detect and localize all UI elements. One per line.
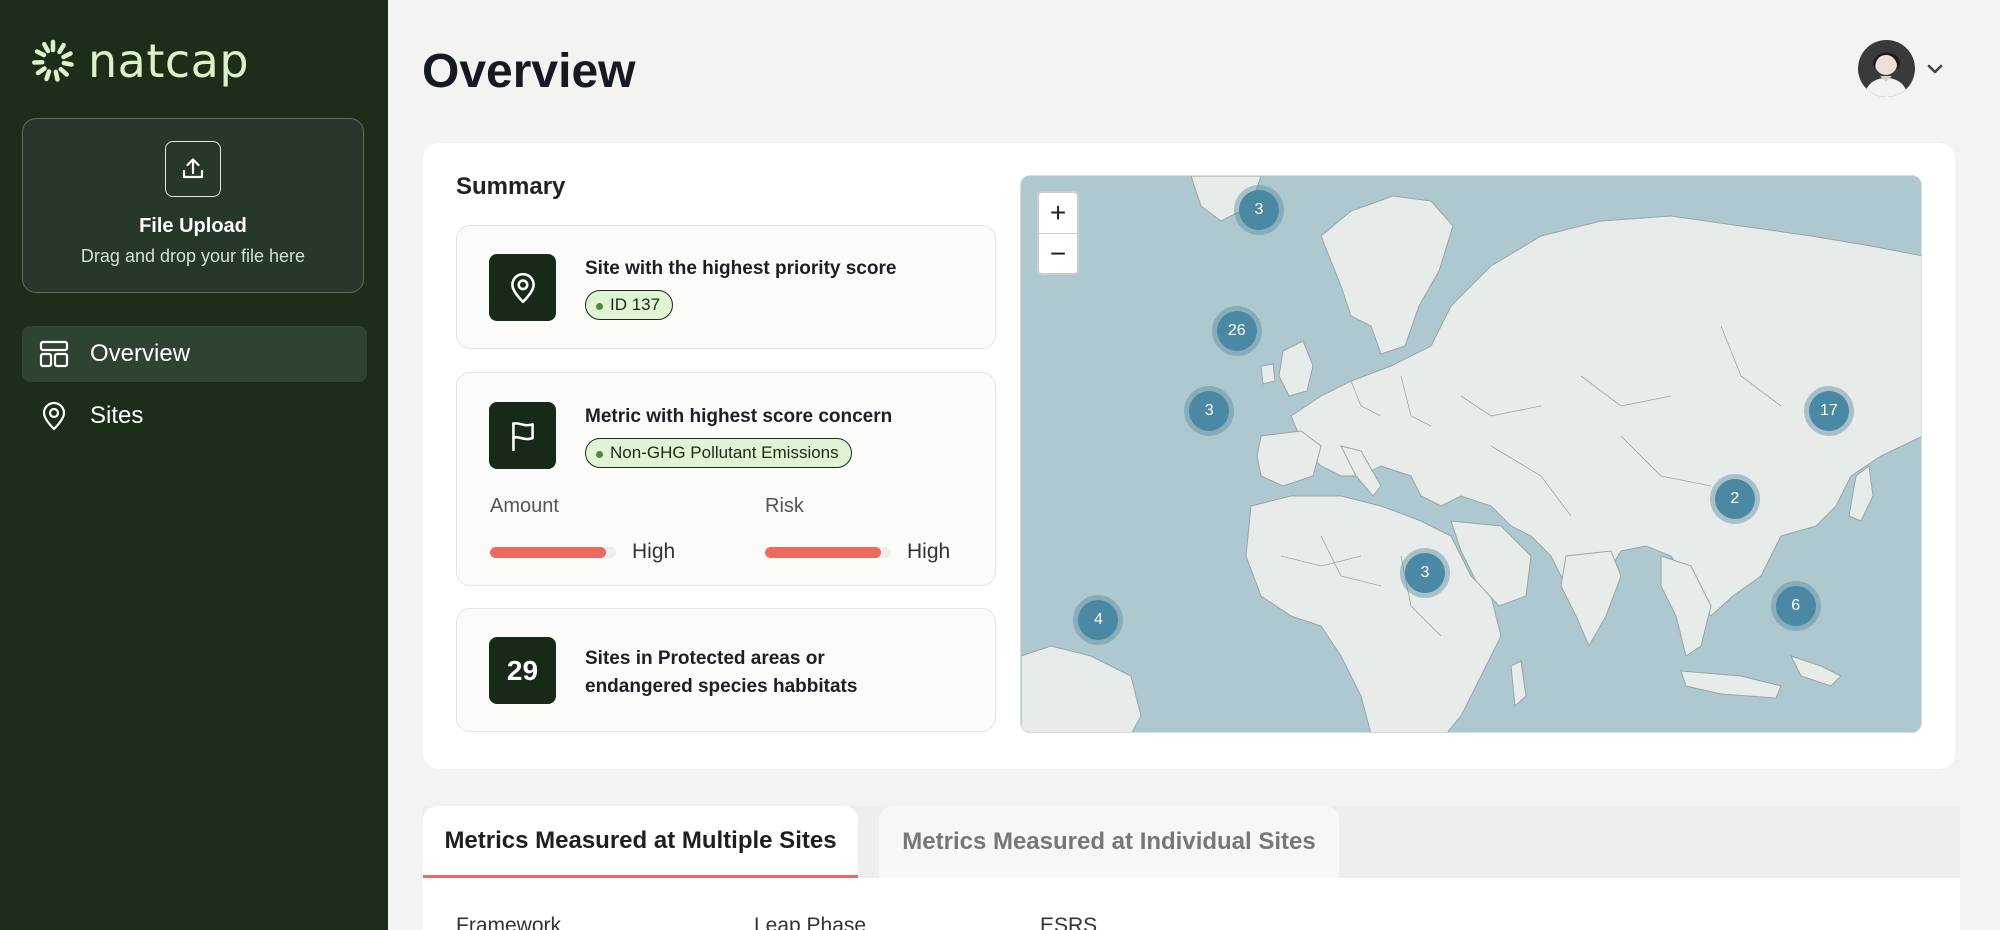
- layout-icon: [39, 340, 69, 368]
- map-cluster-marker[interactable]: 4: [1073, 594, 1124, 645]
- cluster-count: 17: [1808, 391, 1849, 432]
- sidebar-item-overview[interactable]: Overview: [22, 326, 367, 382]
- cluster-count: 4: [1078, 599, 1119, 640]
- amount-label: Amount: [490, 495, 559, 517]
- zoom-in-button[interactable]: +: [1039, 193, 1077, 233]
- tab-multiple-sites[interactable]: Metrics Measured at Multiple Sites: [423, 806, 858, 878]
- amount-level: High: [632, 540, 676, 563]
- map-zoom-control: + −: [1037, 191, 1079, 275]
- column-header-framework[interactable]: Framework: [456, 914, 561, 930]
- map-cluster-marker[interactable]: 2: [1709, 473, 1760, 524]
- protected-sites-count-tile: 29: [489, 637, 556, 704]
- column-header-esrs[interactable]: ESRS: [1040, 914, 1097, 930]
- brand[interactable]: natcap: [30, 38, 249, 84]
- sidebar-item-label: Sites: [90, 402, 144, 429]
- risk-label: Risk: [765, 495, 804, 517]
- sidebar-item-sites[interactable]: Sites: [22, 388, 367, 444]
- sidebar-item-label: Overview: [90, 340, 191, 367]
- natcap-logo-icon: [32, 39, 74, 82]
- map-landmass: [1021, 176, 1921, 732]
- map-cluster-marker[interactable]: 17: [1803, 386, 1854, 437]
- protected-sites-count: 29: [506, 654, 539, 686]
- risk-indicator: Risk High: [765, 495, 950, 564]
- amount-bar: [490, 546, 616, 558]
- map-pin-icon: [42, 401, 66, 431]
- cluster-count: 26: [1216, 310, 1257, 351]
- map-cluster-marker[interactable]: 26: [1211, 305, 1262, 356]
- location-pin-icon: [489, 254, 556, 321]
- protected-sites-label: Sites in Protected areas or endangered s…: [585, 648, 858, 697]
- zoom-out-button[interactable]: −: [1039, 233, 1077, 273]
- chevron-down-icon[interactable]: [1924, 58, 1946, 80]
- upload-icon: [165, 141, 221, 197]
- amount-bar-fill: [490, 546, 606, 558]
- risk-bar: [765, 546, 891, 558]
- map-cluster-marker[interactable]: 3: [1399, 547, 1450, 598]
- upload-title: File Upload: [139, 215, 247, 237]
- sidebar-nav: Overview Sites: [22, 326, 367, 450]
- page-title: Overview: [422, 45, 636, 98]
- highest-priority-site-box: Site with the highest priority score ID …: [456, 225, 996, 349]
- metric-badge[interactable]: Non-GHG Pollutant Emissions: [585, 438, 852, 468]
- risk-level: High: [907, 540, 951, 563]
- sites-map[interactable]: + − 3 26 3 17 2 3 6 4: [1020, 175, 1922, 733]
- site-id-badge[interactable]: ID 137: [585, 290, 674, 320]
- highest-priority-site-label: Site with the highest priority score: [585, 258, 897, 279]
- amount-indicator: Amount High: [490, 495, 675, 564]
- highest-concern-metric-box: Metric with highest score concern Non-GH…: [456, 372, 996, 586]
- cluster-count: 6: [1775, 586, 1816, 627]
- cluster-count: 2: [1714, 478, 1755, 519]
- upload-subtitle: Drag and drop your file here: [80, 246, 306, 266]
- summary-card: Summary Site with the highest priority s…: [423, 143, 1955, 769]
- protected-sites-box: 29 Sites in Protected areas or endangere…: [456, 608, 996, 732]
- map-cluster-marker[interactable]: 6: [1770, 581, 1821, 632]
- tab-individual-sites[interactable]: Metrics Measured at Individual Sites: [879, 806, 1339, 878]
- cluster-count: 3: [1189, 391, 1230, 432]
- flag-icon: [489, 402, 556, 469]
- cluster-count: 3: [1238, 189, 1279, 230]
- metrics-table: Framework Leap Phase ESRS: [423, 878, 1960, 930]
- highest-concern-metric-label: Metric with highest score concern: [585, 406, 893, 427]
- brand-name: natcap: [88, 34, 250, 88]
- cluster-count: 3: [1404, 552, 1445, 593]
- sidebar: natcap File Upload Drag and drop your fi…: [0, 0, 388, 930]
- avatar[interactable]: [1858, 40, 1915, 97]
- risk-bar-fill: [765, 546, 881, 558]
- summary-title: Summary: [456, 173, 566, 200]
- column-header-leap-phase[interactable]: Leap Phase: [754, 914, 866, 930]
- file-upload-dropzone[interactable]: File Upload Drag and drop your file here: [22, 118, 364, 293]
- map-cluster-marker[interactable]: 3: [1233, 184, 1284, 235]
